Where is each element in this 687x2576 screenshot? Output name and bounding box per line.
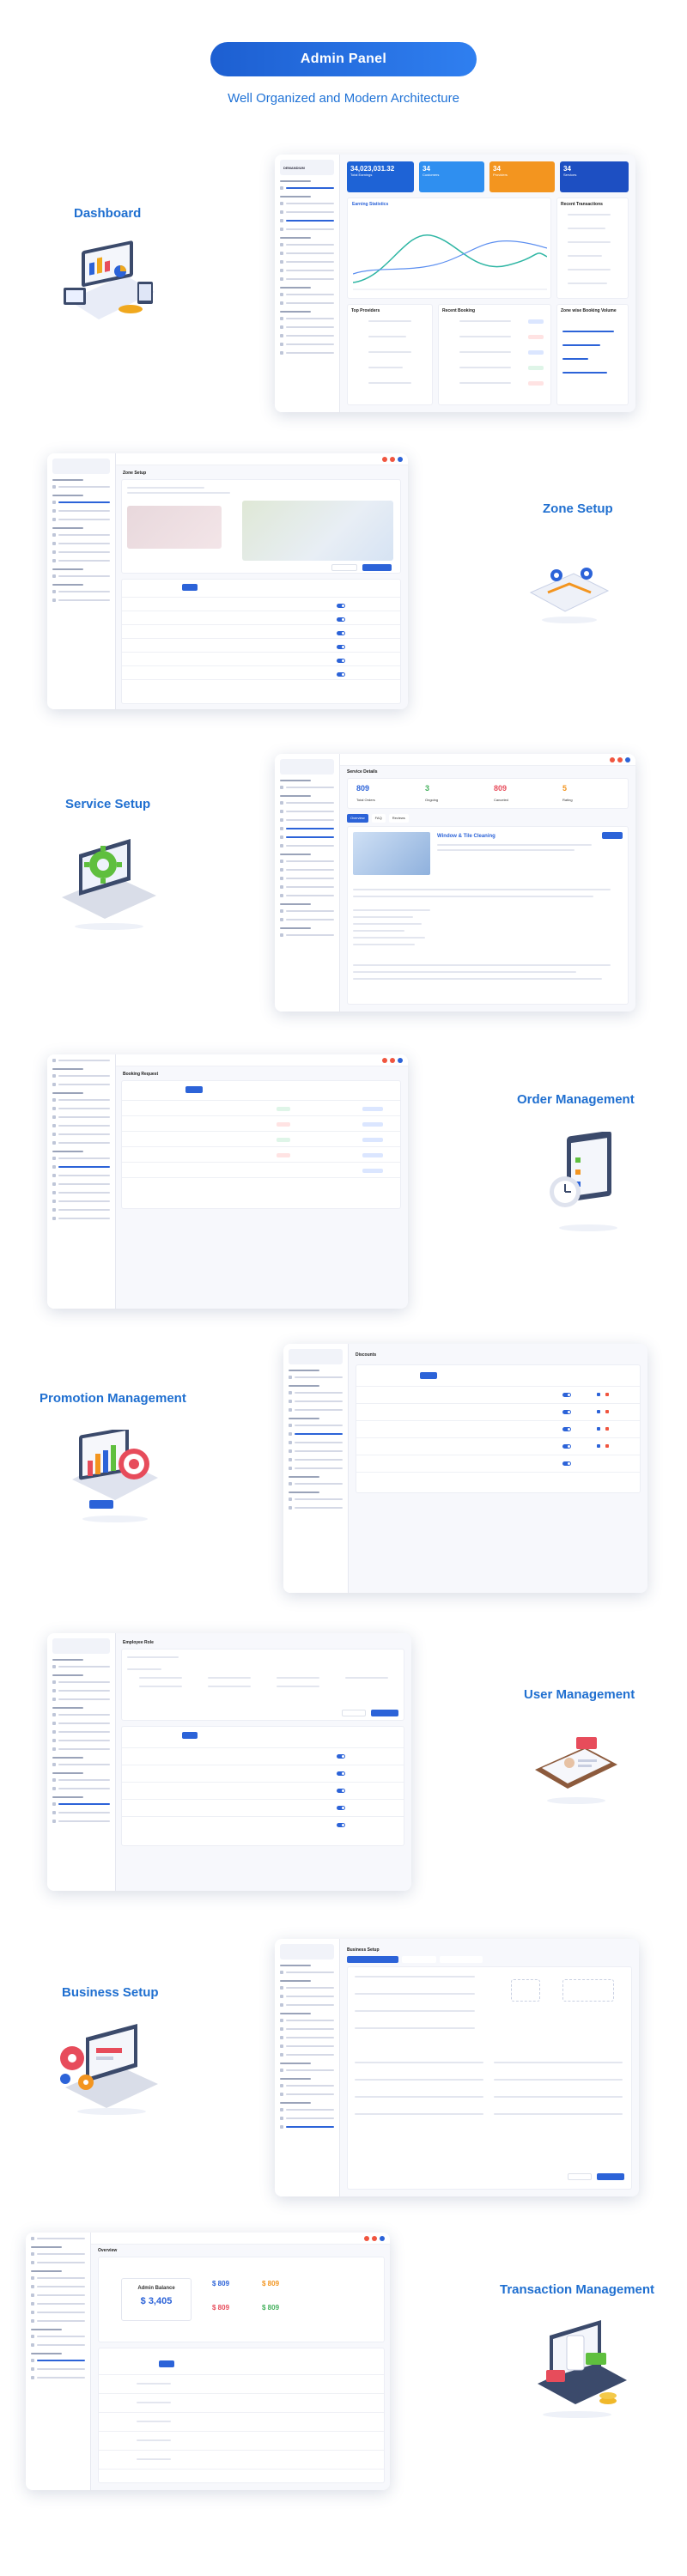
section-title-user-management: User Management — [524, 1687, 635, 1702]
search-button[interactable] — [182, 584, 198, 591]
transaction-management-screenshot: Overview Admin Balance $ 3,405 $ 809 $ 8… — [26, 2233, 390, 2490]
sidebar: DEMANDIUM — [275, 155, 340, 412]
tab-additional-info[interactable] — [440, 1956, 483, 1963]
zone-map-preview — [127, 506, 222, 549]
sidebar — [26, 2233, 91, 2490]
order-management-screenshot: Booking Request — [47, 1054, 408, 1309]
stat-services: 34 Services — [560, 161, 629, 192]
service-stats-card: 809 Total Orders 3 Ongoing 809 Canceled … — [347, 778, 629, 809]
booking-table-card — [121, 1080, 401, 1209]
tab-reviews[interactable]: Reviews — [388, 814, 409, 823]
business-form-card — [347, 1966, 632, 2190]
transaction-table-card — [98, 2348, 385, 2483]
search-button[interactable] — [185, 1086, 203, 1093]
section-title-transaction-management: Transaction Management — [500, 2282, 655, 2297]
page-title: Overview — [98, 2248, 118, 2253]
search-button[interactable] — [420, 1372, 437, 1379]
promotion-target-icon — [72, 1430, 158, 1522]
role-form-card — [121, 1649, 404, 1721]
dashboard-screenshot: DEMANDIUM 34,023,031.32 Total Earnings 34… — [275, 155, 635, 412]
sidebar — [47, 1633, 116, 1891]
sidebar — [275, 754, 340, 1012]
zone-table-card — [121, 579, 401, 704]
earning-line-chart — [353, 234, 547, 290]
business-setup-screenshot: Business Setup — [275, 1939, 639, 2196]
sidebar — [47, 453, 116, 709]
recent-transactions-card: Recent Transactions — [556, 197, 629, 299]
service-image — [353, 832, 430, 875]
tab-faq[interactable]: FAQ — [371, 814, 386, 823]
service-laptop-gear-icon — [62, 839, 156, 930]
section-title-business-setup: Business Setup — [62, 1985, 159, 2000]
submit-button[interactable] — [362, 564, 392, 571]
section-title-order-management: Order Management — [517, 1092, 635, 1107]
sidebar — [283, 1344, 349, 1593]
zone-map[interactable] — [242, 501, 393, 561]
promotion-management-screenshot: Discounts — [283, 1344, 647, 1593]
tab-service-setup[interactable] — [402, 1956, 436, 1963]
discount-table-card — [356, 1364, 641, 1493]
zone-volume-card: Zone wise Booking Volume — [556, 304, 629, 405]
top-providers-card: Top Providers — [347, 304, 433, 405]
service-details-card: Window & Tile Cleaning — [347, 826, 629, 1005]
admin-panel-button[interactable]: Admin Panel — [210, 42, 477, 76]
stat-providers: 34 Providers — [489, 161, 555, 192]
section-title-dashboard: Dashboard — [74, 206, 142, 221]
business-laptop-gears-icon — [60, 2024, 158, 2115]
section-title-zone-setup: Zone Setup — [543, 501, 613, 516]
logo: DEMANDIUM — [280, 160, 334, 175]
stat-customers: 34 Customers — [419, 161, 484, 192]
zone-form-card — [121, 479, 401, 574]
page-title: Employee Role — [123, 1640, 154, 1645]
service-setup-screenshot: Service Details 809 Total Orders 3 Ongoi… — [275, 754, 635, 1012]
logo-upload[interactable] — [511, 1979, 540, 2002]
page-title: Discounts — [356, 1352, 377, 1358]
search-button[interactable] — [159, 2360, 174, 2367]
stat-earnings: 34,023,031.32 Total Earnings — [347, 161, 414, 192]
tab-business-information[interactable] — [347, 1956, 398, 1963]
edit-button[interactable] — [602, 832, 623, 839]
section-title-promotion-management: Promotion Management — [40, 1391, 186, 1406]
search-button[interactable] — [182, 1732, 198, 1739]
sidebar — [47, 1054, 116, 1309]
service-title: Window & Tile Cleaning — [437, 834, 495, 839]
reset-button[interactable] — [568, 2173, 592, 2180]
subtitle: Well Organized and Modern Architecture — [228, 91, 459, 106]
submit-button[interactable] — [371, 1710, 398, 1716]
dashboard-illustration-icon — [64, 240, 155, 319]
sidebar — [275, 1939, 340, 2196]
page-title: Service Details — [347, 769, 378, 775]
admin-balance-box: Admin Balance $ 3,405 — [121, 2278, 192, 2321]
order-clipboard-icon — [550, 1132, 617, 1231]
reset-button[interactable] — [331, 564, 357, 571]
page-title: Business Setup — [347, 1947, 380, 1953]
user-profile-card-icon — [535, 1737, 617, 1804]
role-table-card — [121, 1726, 404, 1846]
favicon-upload[interactable] — [562, 1979, 614, 2002]
save-button[interactable] — [597, 2173, 624, 2180]
recent-booking-card: Recent Booking — [438, 304, 551, 405]
balance-card: Admin Balance $ 3,405 $ 809 $ 809 $ 809 … — [98, 2257, 385, 2342]
earning-chart-card: Earning Statistics — [347, 197, 551, 299]
showcase-page: Admin Panel Well Organized and Modern Ar… — [0, 0, 687, 2576]
zone-map-illustration-icon — [529, 568, 610, 623]
page-title: Zone Setup — [123, 471, 147, 476]
page-title: Booking Request — [123, 1072, 159, 1077]
reset-button[interactable] — [342, 1710, 366, 1716]
transaction-laptop-coins-icon — [538, 2320, 627, 2418]
user-management-screenshot: Employee Role — [47, 1633, 411, 1891]
tab-overview[interactable]: Overview — [347, 814, 368, 823]
zone-setup-screenshot: Zone Setup — [47, 453, 408, 709]
section-title-service-setup: Service Setup — [65, 797, 151, 811]
